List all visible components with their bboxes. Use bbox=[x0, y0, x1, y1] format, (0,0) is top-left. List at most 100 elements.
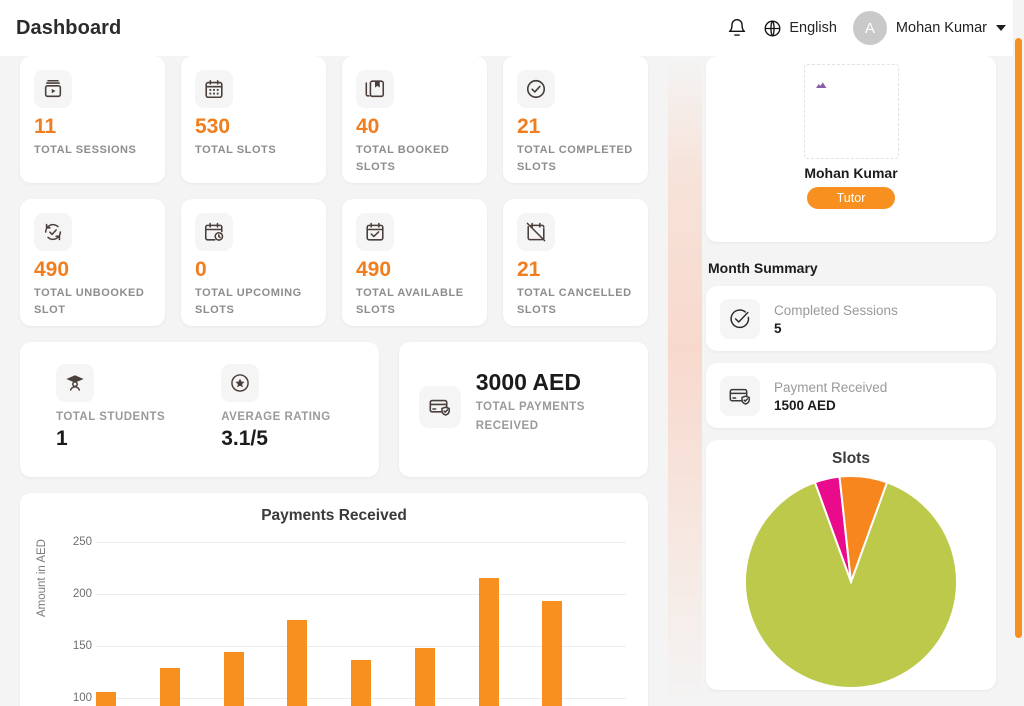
stat-card-total-completed-slots[interactable]: 21 TOTAL COMPLETED SLOTS bbox=[503, 56, 648, 183]
stat-card-total-slots[interactable]: 530 TOTAL SLOTS bbox=[181, 56, 326, 183]
bar[interactable] bbox=[287, 619, 308, 706]
calendar-clock-icon bbox=[195, 213, 233, 251]
bar-chart-bars bbox=[96, 529, 626, 706]
bookmark-stack-icon bbox=[356, 70, 394, 108]
summary-item-payment-received[interactable]: Payment Received 1500 AED bbox=[706, 363, 996, 428]
check-circle-outline-icon bbox=[720, 298, 760, 339]
bar[interactable] bbox=[351, 660, 371, 706]
y-axis-tick: 150 bbox=[72, 639, 92, 652]
profile-name: Mohan Kumar bbox=[804, 165, 898, 181]
month-summary-title: Month Summary bbox=[708, 260, 818, 276]
mini-value: 1 bbox=[56, 427, 68, 450]
star-circle-icon bbox=[221, 364, 260, 402]
y-axis-tick: 250 bbox=[72, 535, 92, 548]
stat-label: TOTAL CANCELLED SLOTS bbox=[517, 287, 632, 316]
summary-label: Completed Sessions bbox=[774, 302, 898, 318]
broken-image-icon bbox=[815, 82, 826, 89]
profile-card: Mohan Kumar Tutor bbox=[706, 56, 996, 242]
calendar-check-icon bbox=[356, 213, 394, 251]
stat-card-total-unbooked-slot[interactable]: 490 TOTAL UNBOOKED SLOT bbox=[20, 199, 165, 326]
graduation-cap-icon bbox=[56, 364, 94, 402]
summary-item-completed-sessions[interactable]: Completed Sessions 5 bbox=[706, 286, 996, 351]
y-axis-tick: 200 bbox=[72, 587, 92, 600]
card-shield-icon bbox=[720, 375, 760, 416]
stat-value: 40 bbox=[356, 115, 380, 138]
dashboard-app: Dashboard English A Mohan Kumar 11 TOTAL… bbox=[0, 0, 1024, 706]
bar[interactable] bbox=[414, 647, 435, 706]
stat-value: 490 bbox=[356, 258, 392, 281]
stat-value: 11 bbox=[34, 115, 57, 138]
mini-value: 3.1/5 bbox=[221, 427, 268, 450]
role-badge[interactable]: Tutor bbox=[806, 187, 896, 209]
payments-text-group: 3000 AED TOTAL PAYMENTS RECEIVED bbox=[476, 368, 616, 436]
summary-text-group: Payment Received 1500 AED bbox=[774, 378, 887, 413]
stat-label: TOTAL UNBOOKED SLOT bbox=[34, 287, 145, 316]
stat-card-grid: 11 TOTAL SESSIONS 530 TOTAL SLOTS 40 TOT… bbox=[20, 56, 648, 326]
bar-chart-plot: Amount in AED 100 150 200 250 bbox=[34, 529, 634, 706]
stat-label: TOTAL UPCOMING SLOTS bbox=[195, 287, 302, 316]
slots-pie-chart: Slots Cancelled Slots: 21Booked Slots: 4… bbox=[706, 440, 996, 690]
stat-value: 530 bbox=[195, 115, 231, 138]
user-name: Mohan Kumar bbox=[895, 20, 987, 36]
stat-card-total-booked-slots[interactable]: 40 TOTAL BOOKED SLOTS bbox=[342, 56, 487, 183]
language-label: English bbox=[789, 20, 837, 36]
pie-chart-canvas: Cancelled Slots: 21Booked Slots: 40Avail… bbox=[744, 475, 958, 689]
chevron-down-icon bbox=[996, 25, 1006, 31]
pie-chart-title: Slots bbox=[832, 450, 870, 467]
refresh-check-icon bbox=[34, 213, 72, 251]
globe-icon bbox=[763, 19, 782, 38]
user-menu[interactable]: A Mohan Kumar bbox=[852, 11, 1006, 45]
stat-label: TOTAL AVAILABLE SLOTS bbox=[356, 287, 464, 316]
main-column: 11 TOTAL SESSIONS 530 TOTAL SLOTS 40 TOT… bbox=[0, 56, 668, 706]
right-sidebar: Mohan Kumar Tutor Month Summary Complete… bbox=[696, 56, 1006, 706]
header-actions: English A Mohan Kumar bbox=[727, 11, 1024, 45]
bar[interactable] bbox=[96, 691, 116, 706]
language-selector[interactable]: English bbox=[763, 19, 837, 38]
bar[interactable] bbox=[478, 578, 499, 706]
stat-value: 0 bbox=[195, 258, 207, 281]
video-archive-icon bbox=[34, 70, 72, 108]
stat-value: 21 bbox=[517, 258, 541, 281]
stat-label: TOTAL COMPLETED SLOTS bbox=[517, 144, 633, 173]
average-rating-stat[interactable]: AVERAGE RATING 3.1/5 bbox=[221, 364, 330, 477]
bar-chart-y-axis-label: Amount in AED bbox=[36, 539, 48, 617]
card-shield-icon bbox=[418, 386, 461, 428]
calendar-cancel-icon bbox=[517, 213, 555, 251]
stat-value: 21 bbox=[517, 115, 541, 138]
page-title: Dashboard bbox=[16, 16, 122, 39]
students-rating-card: TOTAL STUDENTS 1 AVERAGE RATING 3.1/5 bbox=[20, 342, 379, 477]
stat-card-total-sessions[interactable]: 11 TOTAL SESSIONS bbox=[20, 56, 165, 183]
total-payments-card[interactable]: 3000 AED TOTAL PAYMENTS RECEIVED bbox=[398, 342, 648, 477]
bar[interactable] bbox=[159, 667, 180, 706]
payments-amount: 3000 AED bbox=[475, 369, 581, 395]
stat-value: 490 bbox=[34, 258, 70, 281]
dashboard-content: 11 TOTAL SESSIONS 530 TOTAL SLOTS 40 TOT… bbox=[0, 56, 1024, 706]
bar[interactable] bbox=[542, 600, 563, 706]
total-students-stat[interactable]: TOTAL STUDENTS 1 bbox=[56, 364, 165, 477]
bar[interactable] bbox=[223, 652, 244, 706]
top-header: Dashboard English A Mohan Kumar bbox=[0, 0, 1024, 56]
stat-card-total-cancelled-slots[interactable]: 21 TOTAL CANCELLED SLOTS bbox=[503, 199, 648, 326]
summary-label: Payment Received bbox=[774, 379, 888, 395]
calendar-icon bbox=[195, 70, 233, 108]
mini-label: TOTAL STUDENTS bbox=[56, 411, 166, 423]
payments-received-bar-chart: Payments Received Amount in AED 100 150 20… bbox=[20, 493, 648, 706]
summary-row: TOTAL STUDENTS 1 AVERAGE RATING 3.1/5 30… bbox=[20, 342, 648, 477]
bar-chart-title: Payments Received bbox=[261, 507, 407, 524]
page-scrollbar-track[interactable] bbox=[1013, 0, 1024, 706]
summary-text-group: Completed Sessions 5 bbox=[774, 301, 898, 336]
summary-value: 1500 AED bbox=[774, 398, 836, 414]
page-scrollbar-thumb[interactable] bbox=[1015, 38, 1022, 638]
mini-label: AVERAGE RATING bbox=[221, 411, 331, 423]
stat-label: TOTAL SLOTS bbox=[195, 144, 277, 157]
stat-card-total-upcoming-slots[interactable]: 0 TOTAL UPCOMING SLOTS bbox=[181, 199, 326, 326]
stat-label: TOTAL SESSIONS bbox=[34, 144, 137, 157]
summary-value: 5 bbox=[774, 321, 782, 337]
avatar: A bbox=[852, 11, 887, 45]
stat-card-total-available-slots[interactable]: 490 TOTAL AVAILABLE SLOTS bbox=[342, 199, 487, 326]
payments-label: TOTAL PAYMENTS RECEIVED bbox=[475, 400, 585, 432]
profile-image-placeholder bbox=[803, 64, 899, 159]
check-circle-icon bbox=[517, 70, 555, 108]
stat-label: TOTAL BOOKED SLOTS bbox=[356, 144, 450, 173]
bell-icon[interactable] bbox=[727, 17, 747, 39]
